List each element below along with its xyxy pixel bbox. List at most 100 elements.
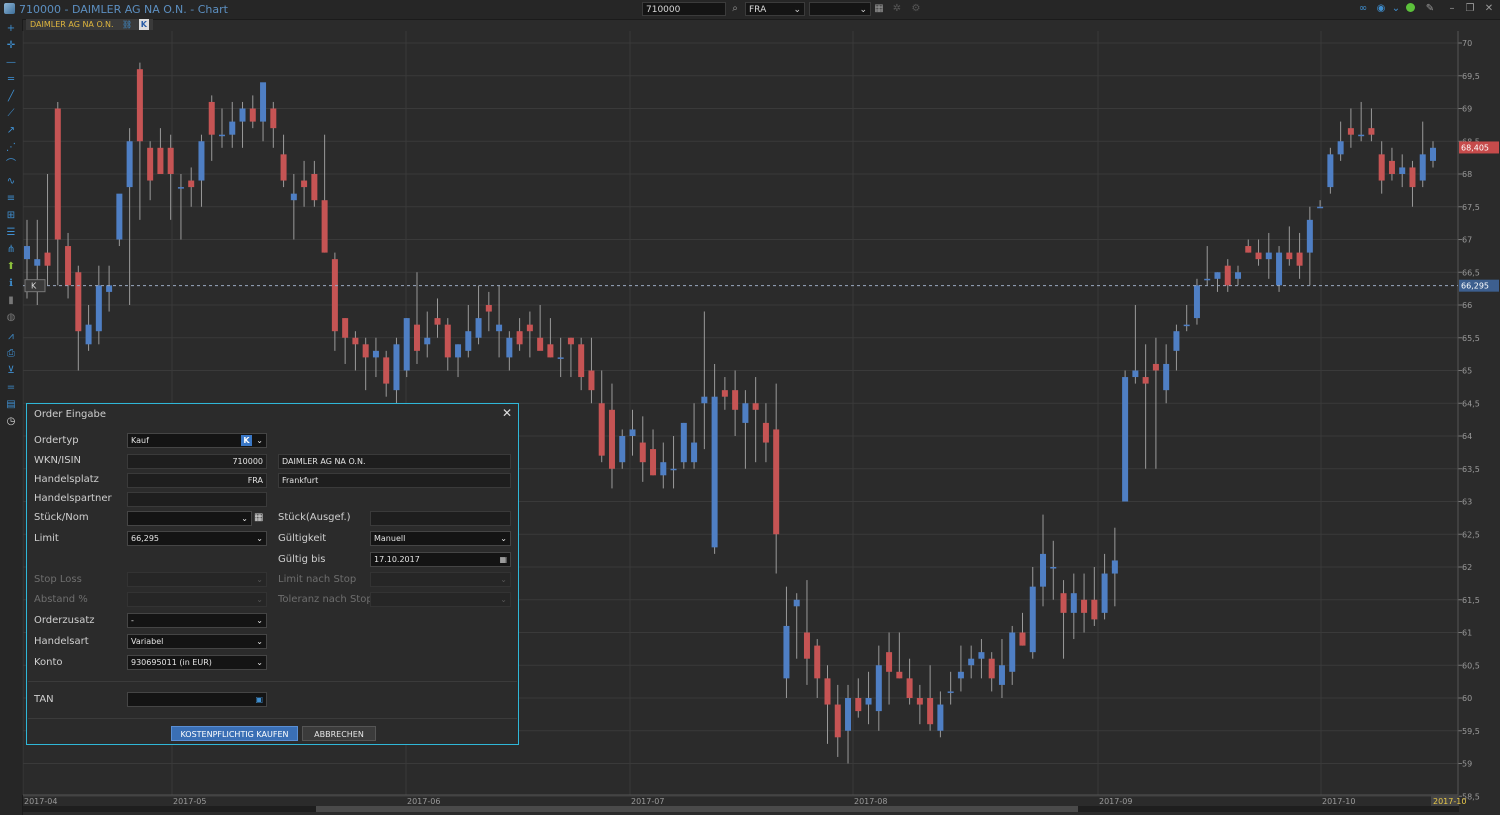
indicator-icon[interactable]: ⩘ bbox=[5, 331, 17, 343]
chevron-down-icon[interactable]: ⌄ bbox=[1450, 33, 1457, 44]
calendar-icon[interactable]: ▦ bbox=[499, 553, 507, 566]
eye-icon[interactable]: ◉ bbox=[1375, 3, 1387, 15]
link-icon[interactable]: ✲ bbox=[891, 3, 903, 15]
candle-body bbox=[1286, 252, 1293, 260]
arrow-up-icon[interactable]: ⬆ bbox=[5, 261, 17, 273]
settings-icon[interactable]: ⚙ bbox=[910, 3, 922, 15]
candle-body bbox=[752, 403, 759, 410]
minus-icon[interactable]: = bbox=[5, 382, 17, 394]
gueltig-bis-input[interactable]: 17.10.2017 ▦ bbox=[370, 552, 511, 567]
y-tick-label: 62,5 bbox=[1462, 530, 1480, 539]
symbol-input[interactable]: 710000 bbox=[642, 2, 726, 16]
sell-quick-button[interactable]: V bbox=[1423, 33, 1449, 44]
handelspartner-input[interactable] bbox=[127, 492, 267, 507]
stueck-input[interactable]: ⌄ bbox=[127, 511, 252, 526]
calculator-icon[interactable]: ▦ bbox=[254, 512, 265, 524]
secondary-select[interactable]: ⌄ bbox=[809, 2, 871, 16]
konto-select[interactable]: 930695011 (in EUR) ⌄ bbox=[127, 655, 267, 670]
candle-body bbox=[886, 652, 893, 672]
wave-icon[interactable]: ∿ bbox=[5, 176, 17, 188]
candle-body bbox=[1419, 154, 1426, 181]
candle-body bbox=[629, 429, 636, 436]
maximize-icon[interactable]: ❐ bbox=[1464, 3, 1476, 15]
orderzusatz-select[interactable]: - ⌄ bbox=[127, 613, 267, 628]
channel-icon[interactable]: ═ bbox=[5, 74, 17, 86]
minimize-icon[interactable]: – bbox=[1446, 3, 1458, 15]
cart-icon[interactable]: ⊻ bbox=[5, 365, 17, 377]
candle-body bbox=[1091, 599, 1098, 620]
buy-button[interactable]: KOSTENPFLICHTIG KAUFEN bbox=[171, 726, 298, 741]
candle-body bbox=[311, 174, 318, 201]
candle-body bbox=[1019, 632, 1026, 646]
candle-body bbox=[188, 180, 195, 188]
close-icon[interactable]: ✕ bbox=[502, 406, 512, 420]
candle-body bbox=[1152, 363, 1159, 371]
calculator-icon[interactable]: ▦ bbox=[873, 3, 885, 15]
limit-input[interactable]: 66,295 ⌄ bbox=[127, 531, 267, 546]
candle-body bbox=[383, 357, 390, 384]
gann-icon[interactable]: ⊞ bbox=[5, 210, 17, 222]
candle-body bbox=[208, 101, 215, 135]
clock-icon[interactable]: ◷ bbox=[5, 416, 17, 428]
candle-body bbox=[54, 108, 61, 240]
limit-nach-stop-input: ⌄ bbox=[370, 572, 511, 587]
cancel-button[interactable]: ABBRECHEN bbox=[302, 726, 376, 741]
candle-body bbox=[301, 180, 308, 188]
eraser-icon[interactable]: ◍ bbox=[5, 312, 17, 324]
chevron-down-icon: ⌄ bbox=[256, 637, 263, 646]
info-icon[interactable]: i bbox=[24, 35, 33, 44]
chevron-down-icon: ⌄ bbox=[241, 514, 248, 523]
tan-input[interactable]: ▣ bbox=[127, 692, 267, 707]
candle-body bbox=[947, 691, 954, 693]
trendline-icon[interactable]: ╱ bbox=[5, 91, 17, 103]
dialog-title: Order Eingabe bbox=[34, 409, 107, 420]
exchange-select[interactable]: FRA ⌄ bbox=[745, 2, 805, 16]
close-icon[interactable]: ✕ bbox=[1483, 3, 1495, 15]
y-tick-label: 61,5 bbox=[1462, 596, 1480, 605]
symbol-search-icon[interactable]: ⌕ bbox=[729, 3, 741, 15]
candle-body bbox=[824, 678, 831, 705]
candle-body bbox=[485, 305, 492, 312]
marker-icon[interactable]: ▮ bbox=[5, 295, 17, 307]
sync-icon[interactable]: ∞ bbox=[1357, 3, 1369, 15]
candle-body bbox=[229, 121, 236, 135]
print-icon[interactable]: ⎙ bbox=[5, 348, 17, 360]
buy-quick-button[interactable]: K bbox=[1386, 33, 1412, 44]
handelsart-select[interactable]: Variabel ⌄ bbox=[127, 634, 267, 649]
fibonacci-icon[interactable]: ≡ bbox=[5, 193, 17, 205]
link-icon[interactable]: ⛓ bbox=[122, 20, 132, 29]
arc-icon[interactable]: ⌒ bbox=[5, 159, 17, 171]
y-tick-label: 65,5 bbox=[1462, 334, 1480, 343]
crosshair-icon[interactable]: + bbox=[5, 23, 17, 35]
wkn-input[interactable]: 710000 bbox=[127, 454, 267, 469]
candle-body bbox=[1081, 599, 1088, 613]
cross-icon[interactable]: ✛ bbox=[5, 40, 17, 52]
levels-icon[interactable]: ☰ bbox=[5, 227, 17, 239]
candle-body bbox=[793, 599, 800, 607]
chart-tab[interactable]: DAIMLER AG NA O.N. ⛓ K bbox=[26, 19, 153, 30]
info-icon[interactable]: ℹ bbox=[5, 278, 17, 290]
ray-icon[interactable]: ↗ bbox=[5, 125, 17, 137]
chart-tab-badge[interactable]: K bbox=[138, 19, 149, 30]
horizontal-line-icon[interactable]: — bbox=[5, 57, 17, 69]
scrollbar-thumb bbox=[316, 806, 1078, 812]
candle-body bbox=[249, 108, 256, 122]
pitchfork-icon[interactable]: ⋔ bbox=[5, 244, 17, 256]
candle-body bbox=[1040, 553, 1047, 587]
candle-body bbox=[998, 665, 1005, 685]
candle-body bbox=[290, 193, 297, 201]
fan-icon[interactable]: ⋰ bbox=[5, 142, 17, 154]
ordertyp-select[interactable]: Kauf K ⌄ bbox=[127, 433, 267, 448]
handelsplatz-input[interactable]: FRA bbox=[127, 473, 267, 488]
dropdown-icon[interactable]: ⌄ bbox=[1390, 3, 1402, 15]
candle-body bbox=[116, 193, 123, 240]
gueltigkeit-select[interactable]: Manuell ⌄ bbox=[370, 531, 511, 546]
tan-generator-icon[interactable]: ▣ bbox=[255, 693, 263, 706]
chevron-down-icon[interactable]: ⌄ bbox=[1413, 33, 1420, 44]
angle-icon[interactable]: ⟋ bbox=[5, 108, 17, 120]
pin-icon[interactable]: ✎ bbox=[1424, 3, 1436, 15]
candle-body bbox=[1368, 128, 1375, 135]
x-tick-label: 2017-10 bbox=[1433, 797, 1466, 806]
status-icon bbox=[1404, 3, 1416, 15]
layers-icon[interactable]: ▤ bbox=[5, 399, 17, 411]
